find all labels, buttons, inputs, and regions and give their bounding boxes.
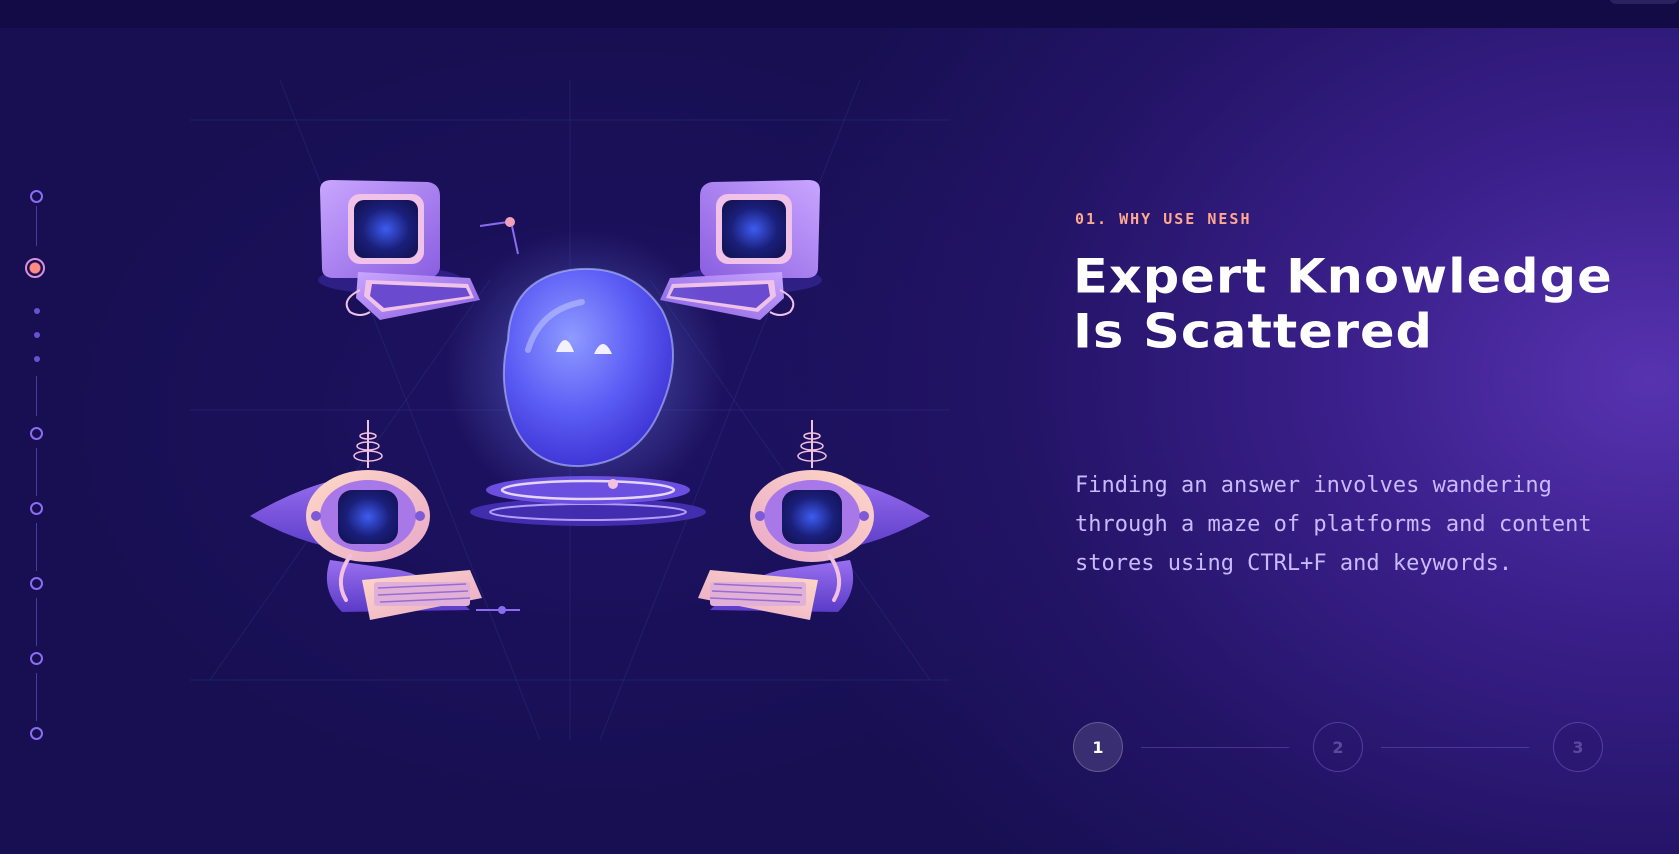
nav-substep-dot[interactable] xyxy=(34,332,40,338)
nav-step-current[interactable] xyxy=(25,258,45,278)
computer-top-left-icon xyxy=(318,180,480,320)
nav-step-4[interactable] xyxy=(30,502,43,515)
blob-and-computers-illustration xyxy=(190,80,950,740)
nav-connector xyxy=(36,448,37,496)
top-bar-control[interactable] xyxy=(1609,0,1679,4)
step-connector xyxy=(1141,747,1289,748)
section-body: Finding an answer involves wandering thr… xyxy=(1075,473,1592,576)
top-bar xyxy=(0,0,1679,28)
nav-step-7[interactable] xyxy=(30,727,43,740)
nav-step-3[interactable] xyxy=(30,427,43,440)
step-connector xyxy=(1381,747,1529,748)
hover-platform-icon xyxy=(470,476,706,526)
step-pager: 1 2 3 xyxy=(1073,722,1607,776)
step-button-2[interactable]: 2 xyxy=(1313,722,1363,772)
nav-substep-dot[interactable] xyxy=(34,356,40,362)
nav-step-5[interactable] xyxy=(30,577,43,590)
nav-step-intro[interactable] xyxy=(30,190,43,203)
section-headline: Expert Knowledge Is Scattered xyxy=(1073,250,1613,360)
nav-step-6[interactable] xyxy=(30,652,43,665)
nav-connector xyxy=(36,206,37,246)
section-eyebrow: 01. WHY USE NESH xyxy=(1075,210,1252,228)
nav-connector xyxy=(36,598,37,646)
pod-computer-bottom-right-icon xyxy=(698,420,930,620)
nav-connector xyxy=(36,376,37,416)
page-stage: 01. WHY USE NESH Expert Knowledge Is Sca… xyxy=(0,0,1679,854)
nav-connector xyxy=(36,523,37,571)
step-button-3[interactable]: 3 xyxy=(1553,722,1603,772)
section-progress-nav xyxy=(20,190,54,750)
step-button-1[interactable]: 1 xyxy=(1073,722,1123,772)
nav-substep-dot[interactable] xyxy=(34,308,40,314)
nav-connector xyxy=(36,673,37,721)
